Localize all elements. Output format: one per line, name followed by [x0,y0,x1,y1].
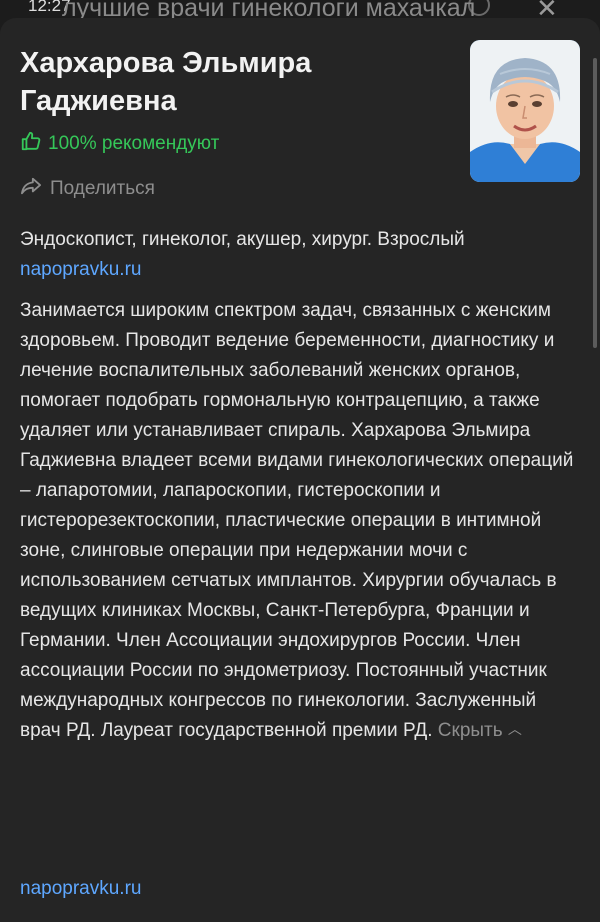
hide-label: Скрыть [437,720,503,741]
hide-button[interactable]: Скрыть ︿ [438,720,522,741]
doctor-specialty: Эндоскопист, гинеколог, акушер, хирург. … [20,229,465,250]
source-link-bottom[interactable]: napopravku.ru [20,874,141,904]
share-button[interactable]: Поделиться [20,176,155,202]
share-arrow-icon [20,176,42,202]
doctor-card: Хархарова Эльмира Гаджиевна 100% рекомен… [0,18,600,922]
thumbs-up-icon [20,130,42,158]
recommend-badge: 100% рекомендуют [20,130,219,158]
description-text: Занимается широким спектром задач, связа… [20,300,574,741]
recommend-text: 100% рекомендуют [48,133,220,154]
source-link[interactable]: napopravku.ru [20,255,141,285]
share-label: Поделиться [50,178,155,199]
chevron-up-icon: ︿ [507,721,522,737]
doctor-description: Занимается широким спектром задач, связа… [20,296,582,746]
doctor-name: Хархарова Эльмира Гаджиевна [20,47,312,117]
scrollbar[interactable] [593,58,597,348]
doctor-photo[interactable] [470,40,580,182]
